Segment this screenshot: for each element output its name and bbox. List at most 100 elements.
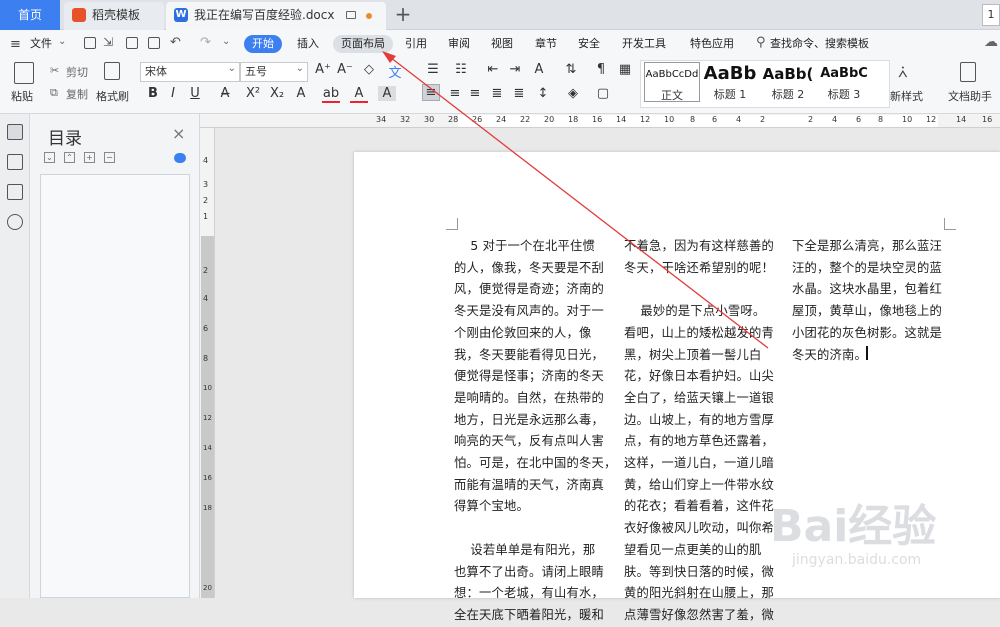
line-spacing-icon[interactable]: ↕ <box>534 86 552 101</box>
doc-assistant-label[interactable]: 文档助手 <box>948 88 992 104</box>
tab-templates[interactable]: 稻壳模板 <box>64 2 164 30</box>
align-left-icon[interactable]: ≡ <box>422 84 440 101</box>
highlight-icon[interactable]: ab <box>322 86 340 103</box>
undo-icon[interactable]: ↶ <box>170 35 181 50</box>
cloud-icon[interactable]: ☁ <box>984 34 998 50</box>
menu-security[interactable]: 安全 <box>578 35 600 53</box>
ruler-tick-label: 2 <box>760 115 766 124</box>
outline-icon[interactable] <box>7 154 23 170</box>
toc-panel: 目录 × ⌄ ⌃ + − <box>30 114 200 598</box>
menu-page-layout[interactable]: 页面布局 <box>333 35 393 53</box>
bullets-icon[interactable]: ☰ <box>424 62 442 77</box>
doc-assistant-icon[interactable] <box>960 62 976 82</box>
format-painter-icon[interactable] <box>104 62 120 80</box>
style-normal[interactable]: AaBbCcDd 正文 <box>644 62 700 102</box>
decrease-indent-icon[interactable]: ⇤ <box>484 62 502 77</box>
style-heading3[interactable]: AaBbC 标题 3 <box>816 62 872 102</box>
ruler-tick-label: 6 <box>856 115 862 124</box>
char-shading-icon[interactable]: A <box>378 86 396 101</box>
numbering-icon[interactable]: ☷ <box>452 62 470 77</box>
menu-developer[interactable]: 开发工具 <box>622 35 666 53</box>
new-style-icon[interactable]: ⩑ <box>898 62 908 82</box>
increase-indent-icon[interactable]: ⇥ <box>506 62 524 77</box>
chevron-down-icon[interactable]: ⌄ <box>58 36 66 47</box>
paste-label[interactable]: 粘贴 <box>11 88 33 104</box>
paste-icon[interactable] <box>14 62 34 84</box>
subscript-icon[interactable]: X₂ <box>268 86 286 101</box>
align-center-icon[interactable]: ≡ <box>446 86 464 101</box>
text-direction-icon[interactable]: A <box>530 62 548 77</box>
font-name-select[interactable]: 宋体 <box>140 60 240 82</box>
menu-special[interactable]: 特色应用 <box>690 35 734 53</box>
copy-label[interactable]: 复制 <box>66 86 88 102</box>
text-effect-icon[interactable]: A <box>292 86 310 101</box>
bold-icon[interactable]: B <box>144 86 162 101</box>
style-heading2[interactable]: AaBb( 标题 2 <box>760 62 816 102</box>
menu-file[interactable]: 文件 <box>30 35 52 53</box>
save-icon[interactable] <box>84 37 96 49</box>
close-icon[interactable]: × <box>172 124 185 143</box>
quick-access-dropdown-icon[interactable]: ⌄ <box>222 36 230 47</box>
bookmark-icon[interactable] <box>7 184 23 200</box>
grow-font-icon[interactable]: A⁺ <box>314 62 332 77</box>
phonetic-icon[interactable]: 文 <box>386 62 404 81</box>
redo-icon[interactable]: ↷ <box>200 35 211 50</box>
print-preview-icon[interactable] <box>148 37 160 49</box>
ruler-tick-label: 2 <box>203 266 209 275</box>
shrink-font-icon[interactable]: A⁻ <box>336 62 354 77</box>
add-icon[interactable]: + <box>84 152 95 163</box>
italic-icon[interactable]: I <box>164 86 182 101</box>
font-color-icon[interactable]: A <box>350 86 368 103</box>
ruler-tick-label: 2 <box>808 115 814 124</box>
menu-home[interactable]: 开始 <box>244 35 282 53</box>
clear-format-icon[interactable]: ◇ <box>360 62 378 77</box>
remove-icon[interactable]: − <box>104 152 115 163</box>
hamburger-icon[interactable]: ≡ <box>10 37 21 52</box>
toc-toggle-icon[interactable] <box>174 153 186 163</box>
find-icon[interactable] <box>7 214 23 230</box>
underline-icon[interactable]: U <box>186 86 204 101</box>
page-indicator[interactable]: 1 <box>982 4 1000 26</box>
search-command[interactable]: 查找命令、搜索模板 <box>770 35 869 53</box>
cut-icon: ✂ <box>50 64 60 77</box>
toc-list[interactable] <box>40 174 190 598</box>
new-style-label[interactable]: 新样式 <box>890 88 923 104</box>
menu-view[interactable]: 视图 <box>491 35 513 53</box>
strikethrough-icon[interactable]: A̶ <box>216 86 234 101</box>
text-column-2[interactable]: 不着急，因为有这样慈善的 冬天，干啥还希望别的呢！ 最妙的是下点小雪呀。 看吧，… <box>624 236 774 627</box>
table-border-icon[interactable]: ▦ <box>616 62 634 77</box>
tab-document[interactable]: W 我正在编写百度经验.docx <box>166 2 386 30</box>
menu-section[interactable]: 章节 <box>535 35 557 53</box>
new-tab-button[interactable]: + <box>392 4 414 26</box>
sort-icon[interactable]: ⇅ <box>562 62 580 77</box>
justify-icon[interactable]: ≣ <box>488 86 506 101</box>
align-right-icon[interactable]: ≡ <box>466 86 484 101</box>
show-marks-icon[interactable]: ¶ <box>592 62 610 77</box>
expand-icon[interactable]: ⌄ <box>44 152 55 163</box>
export-icon[interactable]: ⇲ <box>103 35 113 49</box>
distributed-icon[interactable]: ≣ <box>510 86 528 101</box>
format-painter-label[interactable]: 格式刷 <box>96 88 129 104</box>
cut-label[interactable]: 剪切 <box>66 64 88 80</box>
menu-insert[interactable]: 插入 <box>297 35 319 53</box>
borders-icon[interactable]: ▢ <box>594 86 612 101</box>
search-icon[interactable]: ⚲ <box>756 35 766 50</box>
ruler-tick-label: 4 <box>832 115 838 124</box>
tab-home[interactable]: 首页 <box>0 0 60 30</box>
collapse-icon[interactable]: ⌃ <box>64 152 75 163</box>
style-heading1[interactable]: AaBb 标题 1 <box>702 62 758 102</box>
shading-icon[interactable]: ◈ <box>564 86 582 101</box>
text-column-1[interactable]: 5 对于一个在北平住惯 的人，像我，冬天要是不刮 风，便觉得是奇迹；济南的 冬天… <box>454 236 616 627</box>
menu-references[interactable]: 引用 <box>405 35 427 53</box>
toc-nav-icon[interactable] <box>7 124 23 140</box>
vertical-ruler[interactable]: 4 3 2 1 2 4 6 8 10 12 14 16 18 20 <box>200 128 215 598</box>
ruler-tick-label: 3 <box>203 180 209 189</box>
font-size-select[interactable]: 五号 <box>240 60 308 82</box>
horizontal-ruler[interactable]: 34 32 30 28 26 24 22 20 18 16 14 12 10 8… <box>200 114 1000 128</box>
monitor-icon[interactable] <box>346 11 356 19</box>
ruler-tick-label: 6 <box>203 324 209 333</box>
superscript-icon[interactable]: X² <box>244 86 262 101</box>
ruler-tick-label: 34 <box>376 115 387 124</box>
menu-review[interactable]: 审阅 <box>448 35 470 53</box>
print-icon[interactable] <box>126 37 138 49</box>
